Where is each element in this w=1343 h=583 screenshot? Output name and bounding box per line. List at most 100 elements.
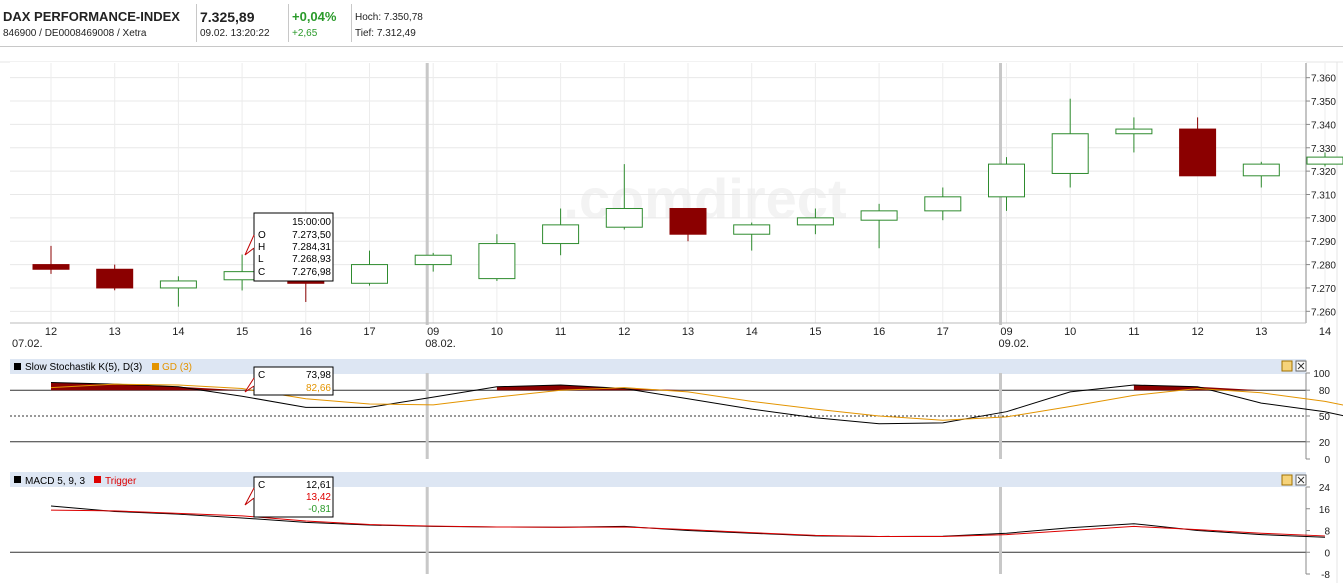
macd-title: MACD 5, 9, 3 <box>25 476 85 487</box>
stochastic-title: Slow Stochastik K(5), D(3) <box>25 362 142 373</box>
stochastic-k-legend-swatch <box>14 363 21 370</box>
candle-body <box>97 269 133 288</box>
indicator-y-tick-label: 100 <box>1313 369 1330 380</box>
tooltip-h-value: 7.284,31 <box>292 242 331 253</box>
candle-body <box>670 209 706 235</box>
tooltip-time: 15:00:00 <box>292 217 331 228</box>
tooltip-o-label: O <box>258 230 266 241</box>
price-x-tick-label: 13 <box>682 326 694 338</box>
price-panel: .comdirect 7.2607.2707.2807.2907.3007.31… <box>10 62 1343 350</box>
price-x-tick-label: 14 <box>746 326 758 338</box>
candle-body <box>33 265 69 270</box>
indicator-y-tick-label: 24 <box>1319 483 1331 494</box>
price-x-tick-label: 16 <box>873 326 885 338</box>
indicator-y-tick-label: -8 <box>1321 570 1330 581</box>
indicator-y-tick-label: 16 <box>1319 505 1331 516</box>
indicator-y-tick-label: 20 <box>1319 438 1331 449</box>
stochastic-tooltip-k: 73,98 <box>306 370 331 381</box>
price-x-tick-label: 14 <box>1319 326 1331 338</box>
candle-body <box>797 218 833 225</box>
macd-title-bar <box>10 472 1306 487</box>
stochastic-y-axis: 0 20 50 80 100 <box>1306 369 1330 466</box>
price-x-tick-label: 10 <box>1064 326 1076 338</box>
price-x-tick-label: 12 <box>45 326 57 338</box>
macd-tooltip-trigger: 13,42 <box>306 492 331 503</box>
macd-lines <box>51 506 1325 537</box>
candle-body <box>1116 129 1152 134</box>
candle-body <box>989 164 1025 197</box>
indicator-y-tick-label: 8 <box>1324 527 1330 538</box>
stochastic-d-legend: GD (3) <box>162 362 192 373</box>
price-x-tick-label: 17 <box>937 326 949 338</box>
tooltip-h-label: H <box>258 242 265 253</box>
stochastic-d-legend-swatch <box>152 363 159 370</box>
stochastic-grid <box>10 373 1306 459</box>
macd-grid <box>10 487 1306 574</box>
candle-body <box>543 225 579 244</box>
price-x-tick-label: 13 <box>1255 326 1267 338</box>
indicator-y-tick-label: 0 <box>1324 548 1330 559</box>
stochastic-panel: Slow Stochastik K(5), D(3) GD (3) 0 20 50 8… <box>10 359 1343 466</box>
price-y-tick-label: 7.260 <box>1311 307 1336 318</box>
macd-legend-swatch <box>14 476 21 483</box>
stochastic-tooltip: C 73,98 82,66 <box>245 367 333 395</box>
candle-body <box>1052 134 1088 174</box>
date-label: 07.02. <box>12 338 43 350</box>
price-y-tick-label: 7.270 <box>1311 284 1336 295</box>
candle-body <box>415 255 451 264</box>
candle-body <box>1180 129 1216 176</box>
price-x-tick-label: 09 <box>1000 326 1012 338</box>
price-x-tick-label: 12 <box>1191 326 1203 338</box>
date-label: 08.02. <box>425 338 456 350</box>
price-x-tick-label: 15 <box>809 326 821 338</box>
macd-tooltip: C 12,61 13,42 -0,81 <box>245 477 333 517</box>
candle-body <box>479 244 515 279</box>
price-x-tick-label: 14 <box>172 326 184 338</box>
trigger-legend: Trigger <box>105 476 137 487</box>
price-x-tick-label: 15 <box>236 326 248 338</box>
price-x-tick-label: 17 <box>363 326 375 338</box>
stochastic-tooltip-d: 82,66 <box>306 383 331 394</box>
price-y-tick-label: 7.280 <box>1311 261 1336 272</box>
macd-tooltip-pointer <box>245 488 254 505</box>
stochastic-lines <box>51 382 1343 425</box>
price-y-axis: 7.2607.2707.2807.2907.3007.3107.3207.330… <box>1306 63 1336 323</box>
price-y-tick-label: 7.300 <box>1311 214 1336 225</box>
price-x-tick-label: 11 <box>1128 326 1139 338</box>
macd-line <box>51 506 1325 537</box>
overbought-fill <box>51 382 1261 390</box>
indicator-y-tick-label: 0 <box>1324 455 1330 466</box>
ohlc-tooltip: 15:00:00 O 7.273,50 H 7.284,31 L 7.268,9… <box>245 213 333 281</box>
macd-panel: MACD 5, 9, 3 Trigger -8 0 8 16 24 C 12,61 13… <box>10 472 1330 581</box>
candle-body <box>1307 157 1343 164</box>
date-label: 09.02. <box>999 338 1030 350</box>
stochastic-tooltip-label: C <box>258 370 265 381</box>
candle-body <box>1243 164 1279 176</box>
price-y-tick-label: 7.320 <box>1311 167 1336 178</box>
tooltip-l-value: 7.268,93 <box>292 254 331 265</box>
price-x-axis: 1213141516170910111213141516170910111213… <box>10 323 1331 350</box>
indicator-y-tick-label: 50 <box>1319 412 1331 423</box>
price-x-tick-label: 12 <box>618 326 630 338</box>
price-x-tick-label: 10 <box>491 326 503 338</box>
indicator-y-tick-label: 80 <box>1319 386 1331 397</box>
candle-body <box>606 209 642 228</box>
stochastic-settings-button[interactable] <box>1282 361 1292 371</box>
price-x-tick-label: 11 <box>555 326 566 338</box>
macd-settings-button[interactable] <box>1282 475 1292 485</box>
candle-body <box>352 265 388 284</box>
macd-tooltip-histogram: -0,81 <box>308 504 331 515</box>
price-y-tick-label: 7.360 <box>1311 74 1336 85</box>
candle-body <box>861 211 897 220</box>
candle-body <box>160 281 196 288</box>
price-x-tick-label: 16 <box>300 326 312 338</box>
candle-body <box>734 225 770 234</box>
price-x-tick-label: 09 <box>427 326 439 338</box>
price-y-tick-label: 7.330 <box>1311 144 1336 155</box>
trigger-legend-swatch <box>94 476 101 483</box>
price-y-tick-label: 7.350 <box>1311 97 1336 108</box>
price-y-tick-label: 7.340 <box>1311 120 1336 131</box>
tooltip-l-label: L <box>258 254 264 265</box>
macd-tooltip-label: C <box>258 480 265 491</box>
price-y-tick-label: 7.290 <box>1311 237 1336 248</box>
